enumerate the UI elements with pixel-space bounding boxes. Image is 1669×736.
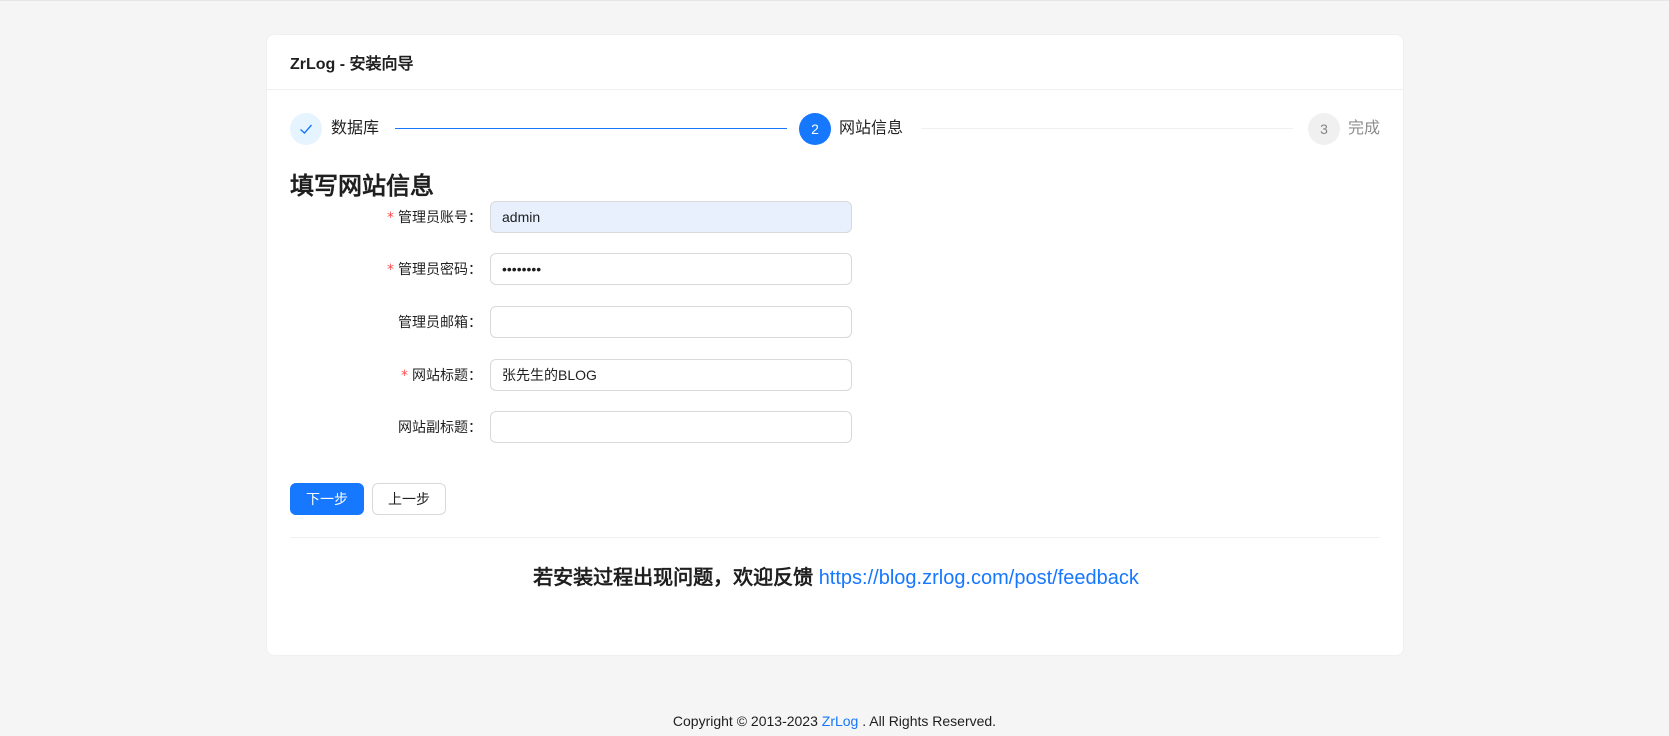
divider	[290, 537, 1380, 538]
step-2-title: 网站信息	[839, 120, 904, 137]
admin-password-input[interactable]	[490, 253, 852, 285]
next-step-button[interactable]: 下一步	[290, 483, 364, 515]
form-title: 填写网站信息	[290, 173, 434, 200]
footer: Copyright © 2013-2023 ZrLog . All Rights…	[0, 713, 1669, 729]
site-subtitle-label: 网站副标题：	[398, 419, 482, 435]
required-mark: *	[387, 262, 394, 278]
steps-bar: 数据库 2 网站信息 3 完成	[290, 113, 1380, 145]
site-title-input[interactable]	[490, 359, 852, 391]
form-row-site-title: * 网站标题：	[290, 359, 890, 391]
footer-copyright: Copyright © 2013-2023	[672, 713, 822, 729]
admin-account-label: * 管理员账号：	[387, 209, 482, 226]
admin-password-label: * 管理员密码：	[387, 261, 482, 278]
required-mark: *	[401, 368, 408, 384]
step-2-number: 2	[799, 113, 831, 145]
button-group: 下一步 上一步	[290, 483, 490, 515]
step-2-connector	[921, 128, 1293, 129]
footer-zrlog-link[interactable]: ZrLog	[822, 713, 859, 729]
feedback-link[interactable]: https://blog.zrlog.com/post/feedback	[819, 567, 1139, 589]
step-3-title: 完成	[1348, 120, 1381, 137]
step-1-title: 数据库	[331, 120, 380, 137]
site-subtitle-input[interactable]	[490, 411, 852, 443]
form-row-admin-password: * 管理员密码：	[290, 253, 890, 285]
form-row-site-subtitle: 网站副标题：	[290, 411, 890, 443]
step-1-connector	[395, 128, 787, 129]
admin-account-input[interactable]	[490, 201, 852, 233]
footer-rights: . All Rights Reserved.	[858, 713, 997, 729]
top-border	[0, 0, 1669, 1]
feedback-line: 若安装过程出现问题，欢迎反馈 https://blog.zrlog.com/po…	[267, 561, 1405, 590]
step-3-number: 3	[1308, 113, 1340, 145]
site-title-label: * 网站标题：	[401, 367, 482, 384]
feedback-text: 若安装过程出现问题，欢迎反馈	[533, 567, 819, 589]
card-title: ZrLog - 安装向导	[290, 56, 414, 73]
prev-step-button[interactable]: 上一步	[372, 483, 446, 515]
required-mark: *	[387, 210, 394, 226]
form-row-admin-account: * 管理员账号：	[290, 201, 890, 233]
check-icon	[300, 124, 313, 134]
install-wizard-card: ZrLog - 安装向导 数据库 2 网站信息 3 完成 填写网站信息 * 管理员…	[266, 34, 1404, 656]
form-row-admin-email: 管理员邮箱：	[290, 306, 890, 338]
admin-email-label: 管理员邮箱：	[398, 314, 482, 330]
step-1-check-icon	[290, 113, 322, 145]
card-header: ZrLog - 安装向导	[267, 35, 1403, 90]
admin-email-input[interactable]	[490, 306, 852, 338]
